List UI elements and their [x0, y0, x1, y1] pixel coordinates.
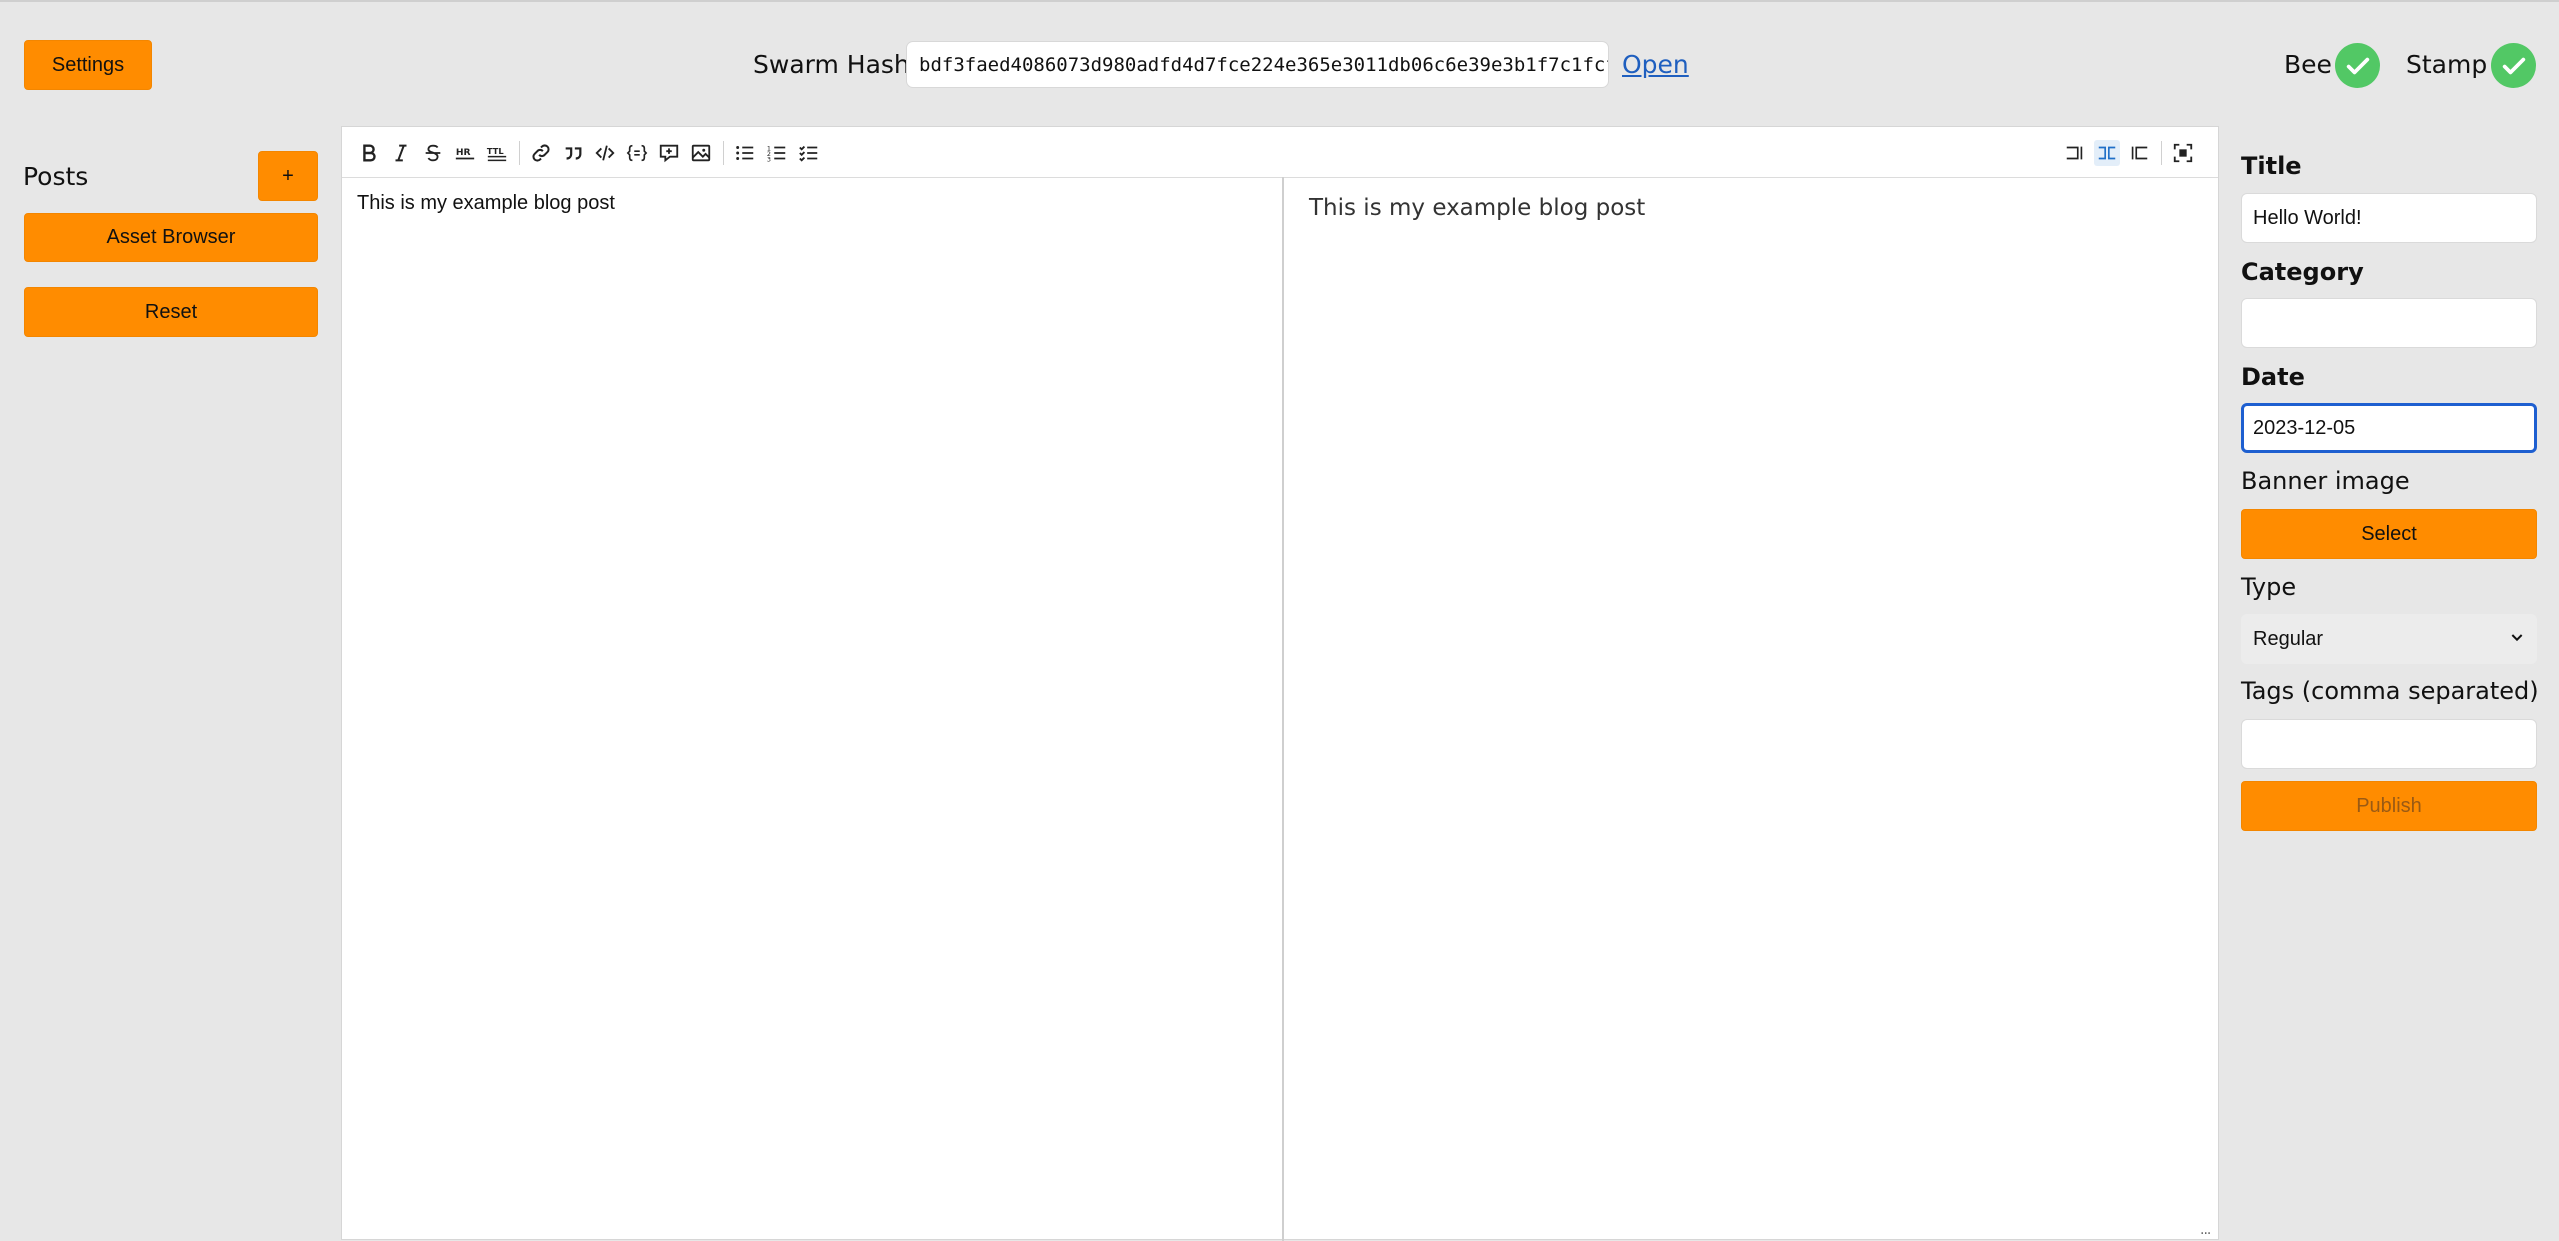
chevron-down-icon	[2509, 628, 2525, 651]
type-select-value: Regular	[2253, 627, 2324, 650]
open-link[interactable]: Open	[1622, 48, 1689, 82]
toolbar-separator	[723, 141, 724, 165]
tags-input[interactable]	[2241, 719, 2537, 769]
code-icon[interactable]	[592, 140, 618, 166]
strikethrough-icon[interactable]	[420, 140, 446, 166]
resize-handle[interactable]: ...	[2200, 1222, 2211, 1238]
date-input[interactable]: 2023-12-05	[2241, 403, 2537, 453]
code-block-icon[interactable]	[624, 140, 650, 166]
checklist-icon[interactable]	[796, 140, 822, 166]
stamp-check-icon	[2491, 43, 2536, 88]
svg-text:3: 3	[767, 155, 771, 163]
editor-input-pane[interactable]	[342, 177, 1282, 1241]
quote-icon[interactable]	[560, 140, 586, 166]
bee-status-label: Bee	[2284, 50, 2332, 79]
comment-icon[interactable]	[656, 140, 682, 166]
edit-mode-icon[interactable]	[2062, 140, 2088, 166]
title-label: Title	[2241, 152, 2302, 180]
bee-check-icon	[2335, 43, 2380, 88]
category-input[interactable]	[2241, 298, 2537, 348]
editor-content[interactable]: This is my example blog post	[357, 192, 615, 215]
settings-button[interactable]: Settings	[24, 40, 152, 90]
fullscreen-icon[interactable]	[2170, 140, 2196, 166]
image-icon[interactable]	[688, 140, 714, 166]
type-label: Type	[2241, 573, 2297, 601]
publish-button[interactable]: Publish	[2241, 781, 2537, 831]
toolbar-separator	[2161, 141, 2162, 165]
unordered-list-icon[interactable]	[732, 140, 758, 166]
toolbar-separator	[519, 141, 520, 165]
tags-label: Tags (comma separated)	[2241, 677, 2539, 705]
select-banner-button[interactable]: Select	[2241, 509, 2537, 559]
top-border	[0, 0, 2559, 2]
markdown-editor: HR TTL 123	[341, 126, 2219, 1241]
svg-text:HR: HR	[456, 147, 471, 158]
heading-icon[interactable]: TTL	[484, 140, 510, 166]
ordered-list-icon[interactable]: 123	[764, 140, 790, 166]
preview-pane	[1284, 177, 2218, 1241]
preview-content: This is my example blog post	[1309, 195, 1646, 221]
asset-browser-button[interactable]: Asset Browser	[24, 213, 318, 262]
italic-icon[interactable]	[388, 140, 414, 166]
title-input[interactable]: Hello World!	[2241, 193, 2537, 243]
link-icon[interactable]	[528, 140, 554, 166]
live-mode-icon[interactable]	[2094, 140, 2120, 166]
stamp-status-label: Stamp	[2406, 50, 2488, 79]
editor-toolbar: HR TTL 123	[342, 127, 2218, 178]
type-select[interactable]: Regular	[2241, 614, 2537, 664]
date-label: Date	[2241, 363, 2305, 391]
horizontal-rule-icon[interactable]: HR	[452, 140, 478, 166]
reset-button[interactable]: Reset	[24, 287, 318, 337]
bold-icon[interactable]	[356, 140, 382, 166]
add-post-button[interactable]: +	[258, 151, 318, 201]
svg-text:TTL: TTL	[487, 146, 504, 156]
banner-image-label: Banner image	[2241, 467, 2410, 495]
swarm-hash-field[interactable]: bdf3faed4086073d980adfd4d7fce224e365e301…	[906, 41, 1609, 88]
category-label: Category	[2241, 258, 2364, 286]
swarm-hash-label: Swarm Hash	[753, 50, 910, 79]
preview-mode-icon[interactable]	[2126, 140, 2152, 166]
posts-heading: Posts	[23, 162, 89, 191]
